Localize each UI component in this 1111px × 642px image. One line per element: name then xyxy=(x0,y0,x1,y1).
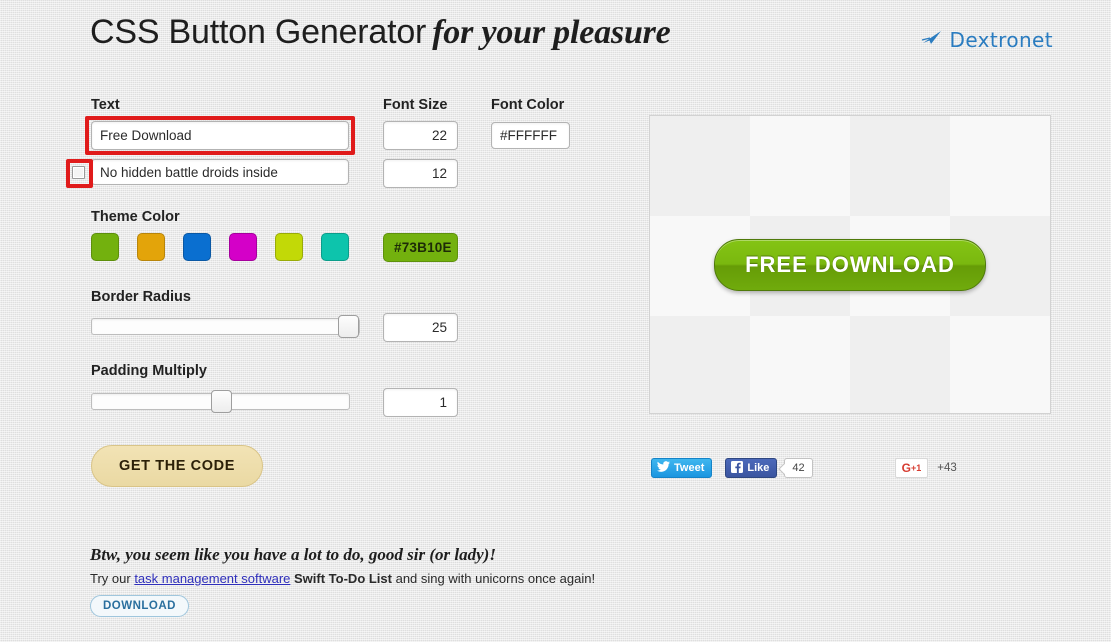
product-name: Swift To-Do List xyxy=(294,571,392,586)
facebook-f-icon xyxy=(731,460,744,476)
button-subtext-input[interactable] xyxy=(91,159,349,185)
swatch-magenta[interactable] xyxy=(229,233,257,261)
button-text-input[interactable] xyxy=(91,121,349,150)
twitter-bird-icon xyxy=(657,461,670,475)
font-color-input[interactable] xyxy=(491,122,570,149)
label-font-color: Font Color xyxy=(491,97,565,113)
footer-text-pre: Try our xyxy=(90,571,135,586)
get-the-code-button[interactable]: GET THE CODE xyxy=(91,445,263,487)
task-management-software-link[interactable]: task management software xyxy=(134,571,290,586)
brand-logo[interactable]: Dextronet xyxy=(921,28,1053,52)
swatch-green[interactable] xyxy=(91,233,119,261)
font-size-small-input[interactable] xyxy=(383,159,458,188)
google-plus-one-sup: +1 xyxy=(910,463,922,473)
label-theme-color: Theme Color xyxy=(91,209,180,225)
facebook-like-count: 42 xyxy=(784,458,813,478)
swatch-gold[interactable] xyxy=(137,233,165,261)
label-text: Text xyxy=(91,97,120,113)
social-share-row: Tweet Like 42 G +1 +43 xyxy=(651,458,957,478)
arrow-swoosh-icon xyxy=(921,29,943,52)
button-preview-panel: FREE DOWNLOAD xyxy=(649,115,1051,414)
padding-multiply-slider-track[interactable] xyxy=(91,390,350,413)
swatch-teal[interactable] xyxy=(321,233,349,261)
theme-hex-input[interactable]: #73B10E xyxy=(383,233,458,262)
padding-multiply-value-input[interactable] xyxy=(383,388,458,417)
facebook-like-button[interactable]: Like xyxy=(725,458,778,478)
label-font-size: Font Size xyxy=(383,97,448,113)
footer-promo-line: Try our task management software Swift T… xyxy=(90,571,595,586)
google-plus-count: +43 xyxy=(937,462,957,474)
like-label: Like xyxy=(747,462,770,474)
page-title: CSS Button Generator for your pleasure xyxy=(90,13,671,52)
google-plus-one-button[interactable]: G +1 xyxy=(894,458,929,478)
google-g-icon: G xyxy=(901,461,911,475)
footer-download-button[interactable]: DOWNLOAD xyxy=(90,595,189,617)
border-radius-slider-track[interactable] xyxy=(91,315,360,338)
subtext-enable-checkbox[interactable] xyxy=(72,166,85,179)
font-size-input[interactable] xyxy=(383,121,458,150)
brand-name: Dextronet xyxy=(949,28,1053,52)
swatch-blue[interactable] xyxy=(183,233,211,261)
padding-multiply-slider-handle[interactable] xyxy=(211,390,232,413)
border-radius-slider-handle[interactable] xyxy=(338,315,359,338)
twitter-tweet-button[interactable]: Tweet xyxy=(651,458,713,478)
label-padding-multiply: Padding Multiply xyxy=(91,363,207,379)
page-title-regular: CSS Button Generator xyxy=(90,13,427,51)
footer: Btw, you seem like you have a lot to do,… xyxy=(90,545,595,617)
border-radius-value-input[interactable] xyxy=(383,313,458,342)
swatch-yellowgreen[interactable] xyxy=(275,233,303,261)
google-plus-group: G +1 +43 xyxy=(894,458,957,478)
footer-headline: Btw, you seem like you have a lot to do,… xyxy=(90,545,496,564)
label-border-radius: Border Radius xyxy=(91,289,191,305)
tweet-label: Tweet xyxy=(674,462,705,474)
preview-button[interactable]: FREE DOWNLOAD xyxy=(714,238,986,291)
footer-text-post: and sing with unicorns once again! xyxy=(391,571,596,586)
page-title-fancy: for your pleasure xyxy=(432,14,671,51)
